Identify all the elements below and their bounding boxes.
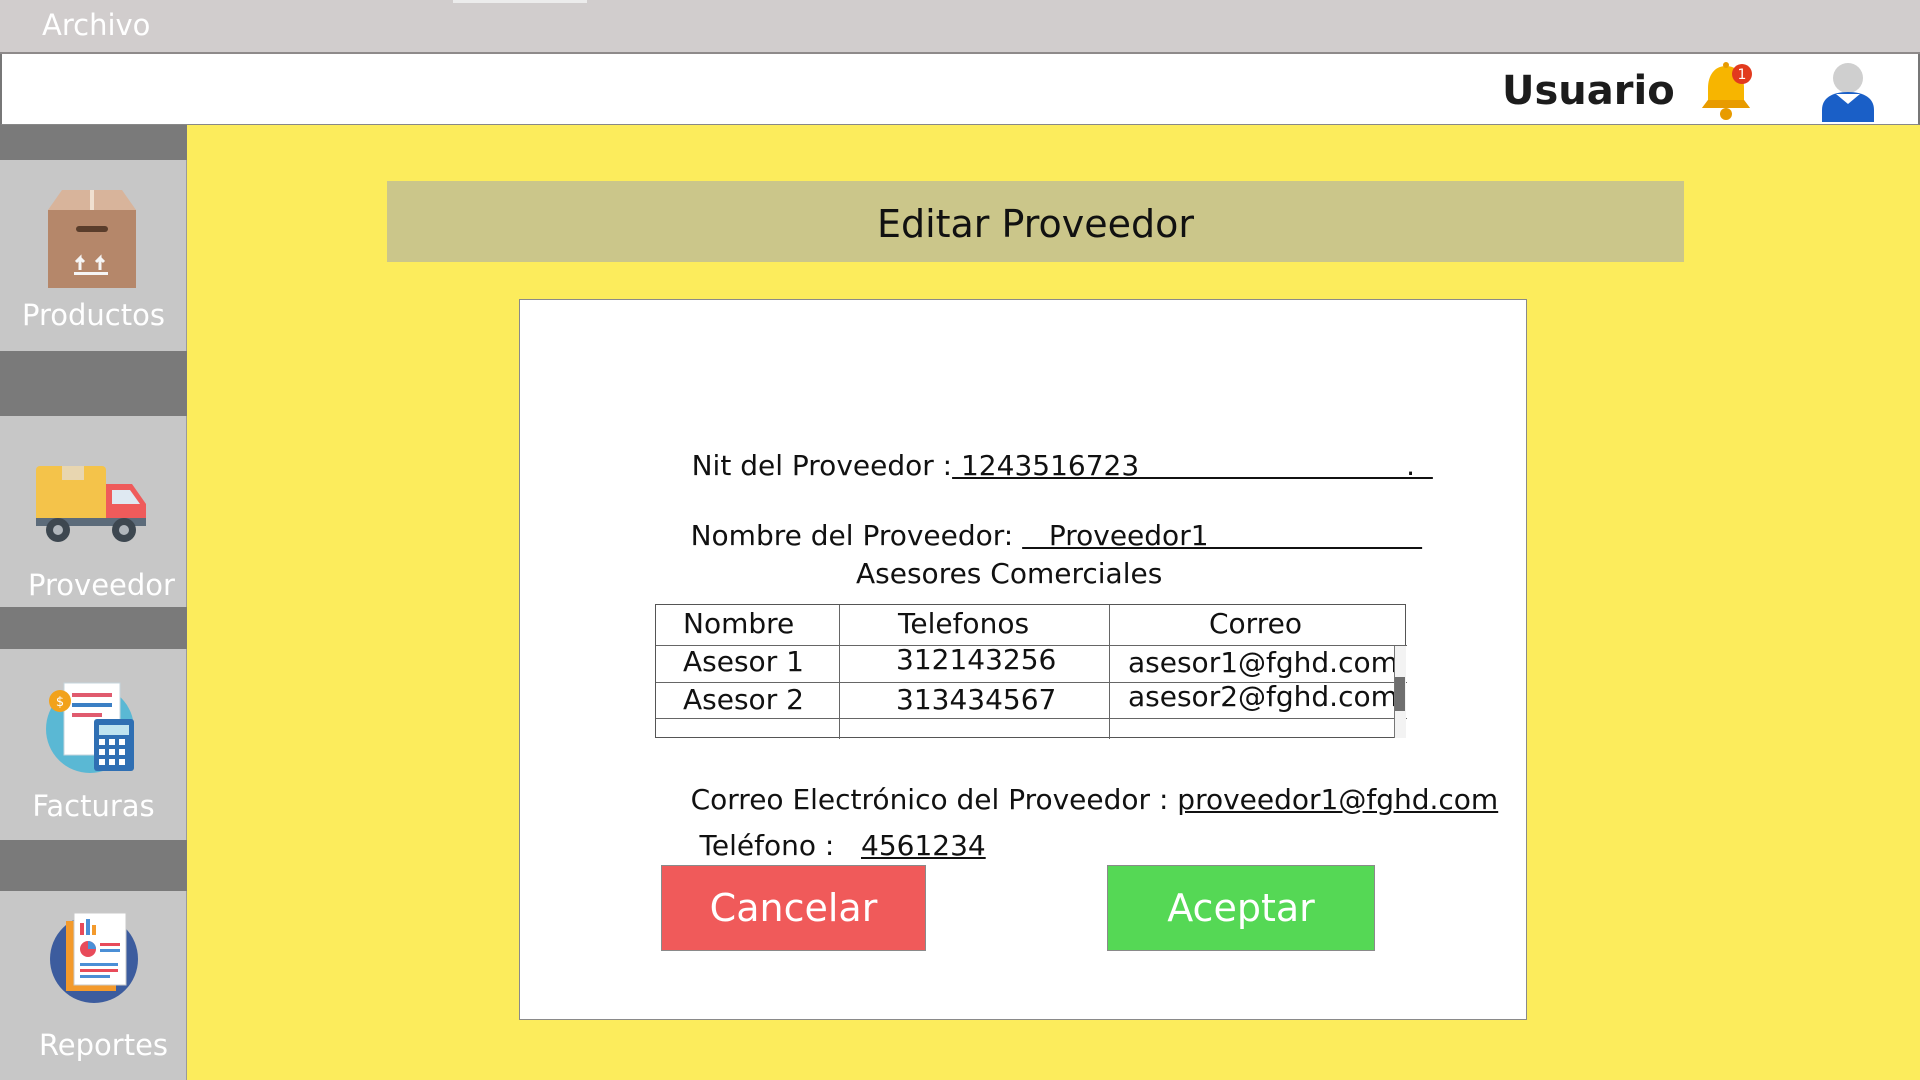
sidebar-item-proveedor[interactable]: Proveedor bbox=[0, 416, 187, 607]
sidebar-item-reportes[interactable]: Reportes bbox=[0, 891, 187, 1080]
sidebar-item-label: Facturas bbox=[32, 789, 155, 823]
sidebar-item-productos[interactable]: Productos bbox=[0, 160, 187, 351]
table-header-nombre[interactable]: Nombre bbox=[683, 607, 794, 640]
sidebar-item-label: Proveedor bbox=[28, 568, 175, 602]
phone-field[interactable]: 4561234 bbox=[861, 829, 986, 862]
header: Usuario 1 bbox=[0, 54, 1920, 125]
page-title: Editar Proveedor bbox=[876, 202, 1195, 246]
sidebar-item-facturas[interactable]: $ Facturas bbox=[0, 649, 187, 840]
table-scrollbar-thumb[interactable] bbox=[1395, 677, 1405, 711]
table-divider bbox=[656, 718, 1407, 719]
table-header-telefonos[interactable]: Telefonos bbox=[898, 607, 1029, 640]
menu-archivo[interactable]: Archivo bbox=[42, 8, 150, 42]
notification-count: 1 bbox=[1738, 67, 1747, 83]
phone-label: Teléfono : bbox=[690, 829, 861, 862]
table-cell-correo[interactable]: asesor1@fghd.com bbox=[1128, 646, 1398, 679]
page-title-band: Editar Proveedor bbox=[387, 181, 1684, 262]
accept-button[interactable]: Aceptar bbox=[1107, 865, 1375, 951]
table-cell-telefono[interactable]: 312143256 bbox=[896, 643, 1056, 676]
notification-bell-icon[interactable]: 1 bbox=[1694, 60, 1758, 124]
advisors-title: Asesores Comerciales bbox=[856, 557, 1163, 590]
svg-text:$: $ bbox=[56, 695, 64, 710]
cancel-button[interactable]: Cancelar bbox=[661, 865, 926, 951]
user-label: Usuario bbox=[1502, 68, 1675, 114]
nit-field[interactable]: 1243516723 . bbox=[952, 449, 1433, 482]
sidebar: Productos Proveedor $ Facturas Reportes bbox=[0, 125, 187, 1080]
table-header-correo[interactable]: Correo bbox=[1209, 607, 1302, 640]
table-cell-correo[interactable]: asesor2@fghd.com bbox=[1128, 680, 1398, 713]
menu-bar: Archivo bbox=[0, 0, 1920, 54]
box-icon bbox=[48, 190, 136, 288]
menu-tab-indicator bbox=[453, 0, 587, 3]
email-field[interactable]: proveedor1@fghd.com bbox=[1177, 783, 1498, 816]
sidebar-item-label: Reportes bbox=[38, 1028, 169, 1062]
table-cell-nombre[interactable]: Asesor 1 bbox=[683, 645, 804, 678]
nit-label: Nit del Proveedor : bbox=[691, 449, 953, 482]
report-chart-icon bbox=[50, 912, 138, 1003]
invoice-calculator-icon: $ bbox=[46, 682, 134, 773]
name-label: Nombre del Proveedor: bbox=[690, 519, 1023, 552]
table-cell-nombre[interactable]: Asesor 2 bbox=[683, 683, 804, 716]
sidebar-item-label: Productos bbox=[22, 298, 165, 332]
table-cell-telefono[interactable]: 313434567 bbox=[896, 683, 1056, 716]
user-avatar-icon[interactable] bbox=[1818, 58, 1878, 122]
edit-supplier-form: Nit del Proveedor : 1243516723 . Nombre … bbox=[519, 299, 1527, 1020]
truck-icon bbox=[36, 466, 146, 542]
advisors-table[interactable]: Nombre Telefonos Correo Asesor 1 3121432… bbox=[655, 604, 1407, 739]
name-field[interactable]: Proveedor1 bbox=[1022, 519, 1422, 552]
